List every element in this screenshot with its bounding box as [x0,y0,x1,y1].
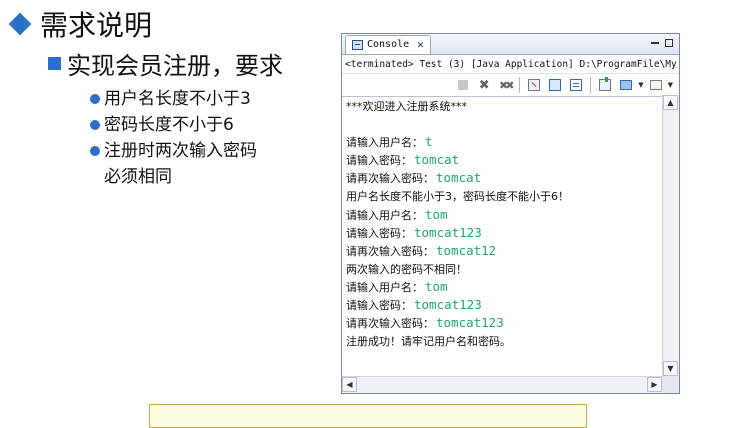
diamond-bullet-icon [8,12,32,36]
console-input: tomcat123 [436,315,504,331]
console-input: tomcat [414,152,460,168]
requirement-item: 密码长度不小于6 [90,112,257,138]
pin-console-icon[interactable] [596,76,614,94]
toolbar-separator [590,77,592,93]
console-status: <terminated> Test (3) [Java Application]… [342,55,679,74]
console-input: tomcat123 [414,224,482,240]
requirement-text: 密码长度不小于6 [104,115,234,135]
slide-title-text: 需求说明 [40,9,153,42]
requirement-item: 用户名长度不小于3 [90,86,257,112]
console-line: 请再次输入密码： tomcat12 [346,242,658,260]
console-toolbar: ✖ ✖✖ ▼ ▼ [342,74,679,97]
console-input: tomcat12 [436,242,497,258]
close-tab-icon[interactable]: ✕ [417,38,424,51]
tab-console[interactable]: Console ✕ [345,34,431,54]
requirement-item: 注册时两次输入密码 必须相同 [90,138,257,190]
scroll-up-icon[interactable]: ▲ [663,95,678,110]
minimize-icon[interactable] [651,42,659,44]
console-line: ***欢迎进入注册系统*** [346,97,658,115]
console-prompt: ***欢迎进入注册系统*** [346,100,467,113]
display-selected-console-icon[interactable] [617,76,635,94]
console-line: 请再次输入密码： tomcat123 [346,314,658,332]
console-prompt: 请再次输入密码： [346,172,434,186]
toolbar-separator [519,77,521,93]
scroll-lock-icon[interactable] [546,76,564,94]
dot-bullet-icon [90,146,100,156]
console-line: 请再次输入密码： tomcat [346,169,658,187]
word-wrap-icon[interactable] [567,76,585,94]
console-line: 用户名长度不能小于3，密码长度不能小于6！ [346,187,658,205]
console-input: tom [425,278,448,294]
tab-console-label: Console [367,39,410,50]
console-prompt: 请输入用户名： [346,280,423,294]
requirements-list: 用户名长度不小于3 密码长度不小于6 注册时两次输入密码 必须相同 [90,86,257,190]
console-line: 请输入用户名： tom [346,206,658,224]
console-icon [352,39,363,50]
horizontal-scrollbar[interactable]: ◀ ▶ [342,376,662,393]
subheading: 实现会员注册，要求 [48,46,283,81]
note-box [149,404,587,428]
console-window: Console ✕ <terminated> Test (3) [Java Ap… [341,33,680,394]
console-line: 请输入用户名： tom [346,278,658,296]
console-prompt: 用户名长度不能小于3，密码长度不能小于6！ [346,190,569,204]
console-line: 请输入密码： tomcat123 [346,296,658,314]
console-prompt: 请输入用户名： [346,136,423,150]
console-input: tom [425,206,448,222]
square-bullet-icon [48,57,61,70]
console-input: t [425,134,433,150]
open-console-icon[interactable] [647,76,665,94]
chevron-down-icon[interactable]: ▼ [668,81,673,89]
console-line: 请输入密码： tomcat [346,151,658,169]
subheading-text: 实现会员注册，要求 [67,52,283,80]
console-line: 请输入用户名： t [346,133,658,151]
chevron-down-icon[interactable]: ▼ [638,81,643,89]
scroll-left-icon[interactable]: ◀ [342,377,357,392]
vertical-scrollbar[interactable]: ▲ ▼ [662,95,679,376]
console-output[interactable]: ***欢迎进入注册系统*** 请输入用户名： t 请输入密码： tomcat 请再次… [342,95,662,376]
console-prompt: 注册成功！请牢记用户名和密码。 [346,335,511,349]
console-input: tomcat [436,170,482,186]
scroll-down-icon[interactable]: ▼ [663,361,678,376]
console-input: tomcat123 [414,297,482,313]
requirement-text: 注册时两次输入密码 必须相同 [104,141,257,187]
console-line: 请输入密码： tomcat123 [346,224,658,242]
console-prompt: 请输入密码： [346,299,412,313]
dot-bullet-icon [90,120,100,130]
requirement-text: 用户名长度不小于3 [104,89,251,109]
remove-all-terminated-icon[interactable]: ✖✖ [496,76,514,94]
console-prompt: 请输入密码： [346,226,412,240]
console-prompt: 请输入用户名： [346,208,423,222]
console-prompt: 两次输入的密码不相同！ [346,262,467,276]
slide-title: 需求说明 [8,6,152,42]
console-prompt: 请再次输入密码： [346,244,434,258]
console-line: 两次输入的密码不相同！ [346,260,658,278]
maximize-icon[interactable] [665,39,673,47]
remove-launch-icon[interactable]: ✖ [475,76,493,94]
console-tabbar: Console ✕ [342,34,679,55]
terminate-icon[interactable] [454,76,472,94]
clear-console-icon[interactable] [525,76,543,94]
console-prompt: 请再次输入密码： [346,317,434,331]
scroll-right-icon[interactable]: ▶ [647,377,662,392]
console-prompt: 请输入密码： [346,154,412,168]
dot-bullet-icon [90,94,100,104]
scrollbar-corner [662,376,679,393]
window-controls [651,36,673,47]
console-line: 注册成功！请牢记用户名和密码。 [346,332,658,350]
